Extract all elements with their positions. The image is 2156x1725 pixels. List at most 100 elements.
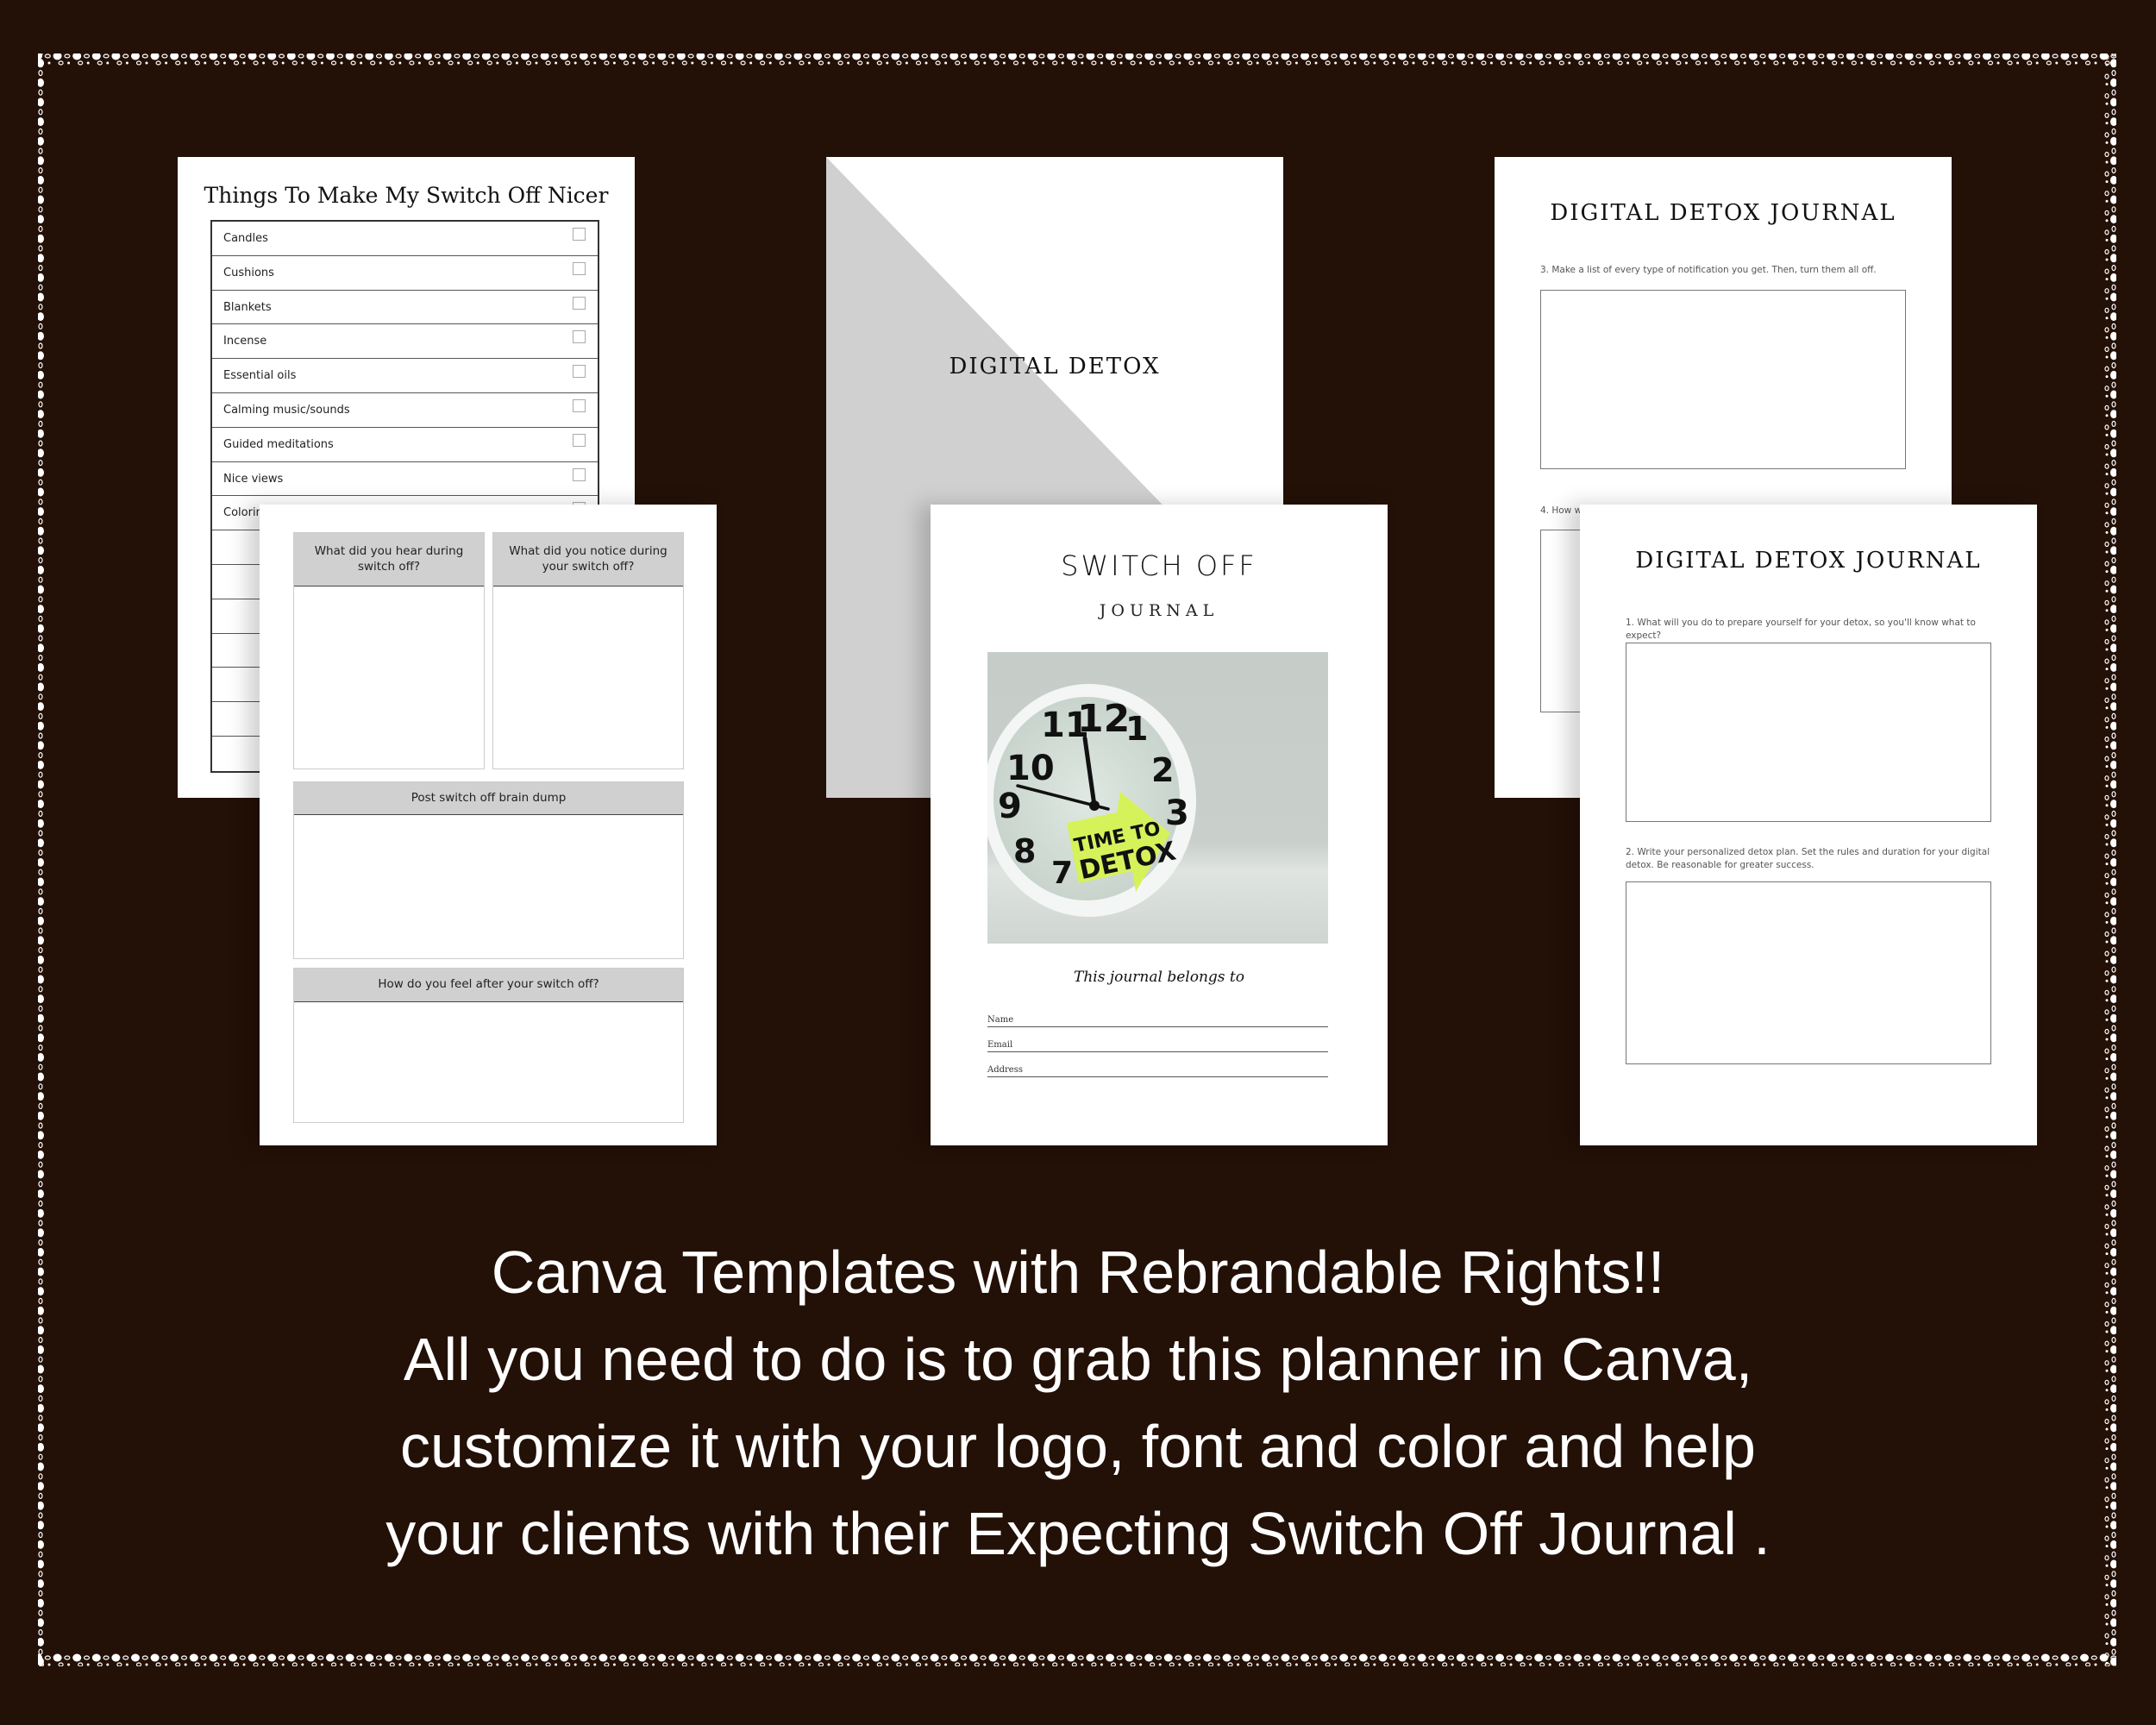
frame-dot — [1612, 53, 1621, 60]
question-box-hear[interactable]: What did you hear during switch off? — [293, 532, 485, 769]
address-field[interactable]: Address — [987, 1058, 1328, 1077]
frame-dot — [1837, 53, 1845, 59]
frame-dot — [1938, 1663, 1941, 1666]
frame-dot — [273, 60, 279, 66]
frame-dot — [38, 312, 44, 322]
frame-dot — [38, 175, 44, 185]
frame-dot — [955, 1662, 961, 1666]
frame-dot — [384, 1653, 393, 1662]
frame-dot — [1311, 1655, 1318, 1660]
frame-dot — [1919, 61, 1922, 65]
frame-dot — [1022, 1663, 1025, 1666]
checklist-checkbox[interactable] — [573, 228, 586, 241]
frame-dot — [2105, 960, 2109, 963]
frame-dot — [38, 849, 43, 856]
answer-box-2[interactable] — [1626, 881, 1991, 1064]
answer-box-1[interactable] — [1626, 643, 1991, 822]
frame-dot — [1827, 1653, 1836, 1662]
frame-dot — [1294, 61, 1298, 65]
frame-dot — [222, 1663, 226, 1666]
frame-dot — [593, 1663, 597, 1666]
question-box-brain-dump[interactable]: Post switch off brain dump — [293, 781, 684, 959]
checklist-checkbox[interactable] — [573, 365, 586, 379]
frame-dot — [2110, 624, 2116, 633]
frame-dot — [1358, 53, 1368, 60]
frame-dot — [824, 1655, 830, 1660]
prompt-4: 4. How wi — [1540, 505, 1585, 516]
frame-dot — [165, 61, 168, 65]
frame-dot — [1242, 53, 1251, 60]
frame-dot — [1701, 1655, 1708, 1660]
frame-dot — [735, 53, 744, 60]
frame-dot — [2105, 1584, 2109, 1587]
email-field[interactable]: Email — [987, 1033, 1328, 1052]
frame-dot — [442, 1653, 452, 1662]
question-box-notice[interactable]: What did you notice during your switch o… — [492, 532, 684, 769]
frame-dot — [612, 1663, 616, 1666]
frame-dot — [457, 1663, 461, 1666]
frame-dot — [2105, 901, 2109, 905]
checklist-checkbox[interactable] — [573, 261, 586, 275]
frame-dot — [1237, 61, 1240, 65]
frame-dot — [2111, 1083, 2116, 1090]
frame-dot — [2104, 853, 2109, 859]
frame-dot — [1012, 60, 1019, 66]
frame-dot — [512, 53, 519, 59]
frame-dot — [38, 635, 43, 642]
frame-dot — [1539, 1662, 1545, 1666]
frame-dot — [1890, 60, 1896, 66]
frame-dot — [2110, 1208, 2116, 1218]
frame-dot — [2110, 331, 2116, 341]
frame-dot — [38, 284, 43, 291]
frame-dot — [278, 1655, 285, 1660]
checklist-checkbox[interactable] — [573, 330, 586, 344]
frame-dot — [1272, 53, 1279, 59]
frame-dot — [1564, 1655, 1571, 1660]
frame-dot — [38, 195, 44, 204]
frame-dot — [2105, 687, 2109, 690]
checklist-checkbox[interactable] — [573, 296, 586, 310]
frame-dot — [1899, 1663, 1902, 1666]
name-field[interactable]: Name — [987, 1008, 1328, 1027]
frame-dot — [476, 1663, 479, 1666]
frame-dot — [2104, 619, 2109, 625]
frame-dot — [38, 1044, 43, 1051]
frame-dot — [813, 53, 822, 60]
frame-dot — [2080, 1653, 2089, 1662]
frame-dot — [691, 61, 694, 65]
frame-dot — [2104, 424, 2109, 430]
frame-dot — [1233, 1655, 1240, 1660]
frame-dot — [2104, 483, 2109, 489]
frame-dot — [38, 78, 44, 87]
checklist-checkbox[interactable] — [573, 433, 586, 447]
frame-dot — [1623, 53, 1630, 59]
frame-dot — [2110, 175, 2116, 185]
checklist-checkbox[interactable] — [573, 467, 586, 481]
frame-dot — [44, 53, 51, 59]
frame-dot — [2002, 53, 2011, 60]
answer-box-3[interactable] — [1540, 290, 1906, 469]
frame-dot — [2111, 791, 2116, 798]
checklist-checkbox[interactable] — [573, 398, 586, 412]
frame-dot — [481, 1653, 491, 1662]
question-box-feel[interactable]: How do you feel after your switch off? — [293, 968, 684, 1123]
frame-dot — [649, 53, 655, 59]
frame-dot — [2016, 1663, 2020, 1666]
frame-dot — [389, 60, 395, 66]
frame-dot — [531, 53, 538, 59]
frame-dot — [896, 60, 902, 66]
frame-dot — [1670, 53, 1680, 60]
frame-dot — [2104, 1594, 2109, 1600]
frame-dot — [847, 1663, 850, 1666]
frame-dot — [768, 61, 772, 65]
frame-dot — [525, 1662, 532, 1666]
frame-dot — [2104, 463, 2109, 469]
promo-caption: Canva Templates with Rebrandable Rights!… — [0, 1229, 2156, 1578]
frame-dot — [1042, 61, 1045, 65]
frame-dot — [2110, 1618, 2116, 1628]
frame-dot — [813, 1653, 822, 1662]
frame-dot — [38, 429, 44, 438]
frame-dot — [1487, 1655, 1494, 1660]
frame-dot — [2111, 186, 2116, 193]
frame-dot — [457, 61, 461, 65]
